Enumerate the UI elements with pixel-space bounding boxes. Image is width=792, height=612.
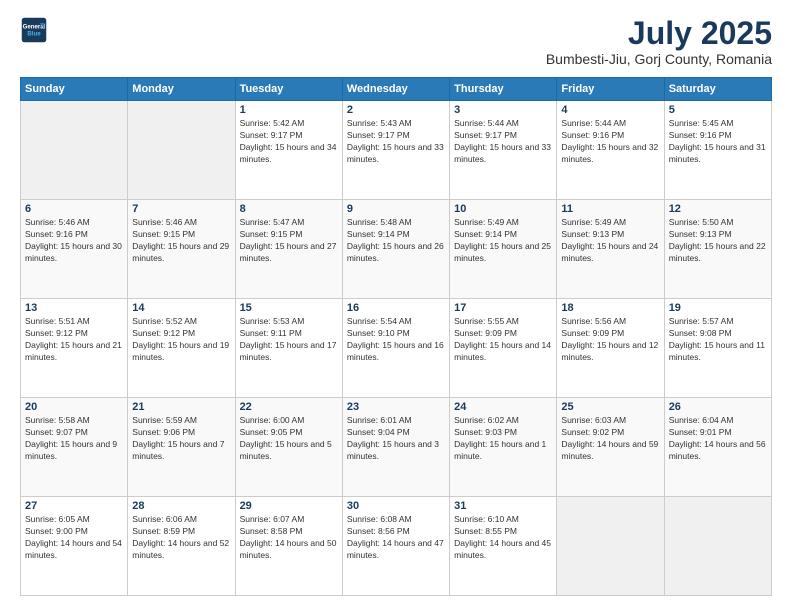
- table-row: 26Sunrise: 6:04 AMSunset: 9:01 PMDayligh…: [664, 398, 771, 497]
- table-row: 10Sunrise: 5:49 AMSunset: 9:14 PMDayligh…: [450, 200, 557, 299]
- table-row: 5Sunrise: 5:45 AMSunset: 9:16 PMDaylight…: [664, 101, 771, 200]
- table-row: 3Sunrise: 5:44 AMSunset: 9:17 PMDaylight…: [450, 101, 557, 200]
- title-area: July 2025 Bumbesti-Jiu, Gorj County, Rom…: [546, 16, 772, 67]
- table-row: 11Sunrise: 5:49 AMSunset: 9:13 PMDayligh…: [557, 200, 664, 299]
- table-row: 29Sunrise: 6:07 AMSunset: 8:58 PMDayligh…: [235, 497, 342, 596]
- table-row: 16Sunrise: 5:54 AMSunset: 9:10 PMDayligh…: [342, 299, 449, 398]
- table-row: 21Sunrise: 5:59 AMSunset: 9:06 PMDayligh…: [128, 398, 235, 497]
- location-title: Bumbesti-Jiu, Gorj County, Romania: [546, 51, 772, 67]
- table-row: [557, 497, 664, 596]
- table-row: 2Sunrise: 5:43 AMSunset: 9:17 PMDaylight…: [342, 101, 449, 200]
- table-row: 23Sunrise: 6:01 AMSunset: 9:04 PMDayligh…: [342, 398, 449, 497]
- svg-text:Blue: Blue: [27, 30, 41, 37]
- table-row: 15Sunrise: 5:53 AMSunset: 9:11 PMDayligh…: [235, 299, 342, 398]
- table-row: 18Sunrise: 5:56 AMSunset: 9:09 PMDayligh…: [557, 299, 664, 398]
- table-row: [664, 497, 771, 596]
- table-row: 9Sunrise: 5:48 AMSunset: 9:14 PMDaylight…: [342, 200, 449, 299]
- table-row: 17Sunrise: 5:55 AMSunset: 9:09 PMDayligh…: [450, 299, 557, 398]
- table-row: 27Sunrise: 6:05 AMSunset: 9:00 PMDayligh…: [21, 497, 128, 596]
- calendar-header-row: Sunday Monday Tuesday Wednesday Thursday…: [21, 78, 772, 101]
- table-row: 24Sunrise: 6:02 AMSunset: 9:03 PMDayligh…: [450, 398, 557, 497]
- table-row: 1Sunrise: 5:42 AMSunset: 9:17 PMDaylight…: [235, 101, 342, 200]
- table-row: 20Sunrise: 5:58 AMSunset: 9:07 PMDayligh…: [21, 398, 128, 497]
- logo: General Blue: [20, 16, 48, 44]
- table-row: 28Sunrise: 6:06 AMSunset: 8:59 PMDayligh…: [128, 497, 235, 596]
- header-saturday: Saturday: [664, 78, 771, 101]
- table-row: 13Sunrise: 5:51 AMSunset: 9:12 PMDayligh…: [21, 299, 128, 398]
- header-monday: Monday: [128, 78, 235, 101]
- table-row: 19Sunrise: 5:57 AMSunset: 9:08 PMDayligh…: [664, 299, 771, 398]
- logo-icon: General Blue: [20, 16, 48, 44]
- table-row: 7Sunrise: 5:46 AMSunset: 9:15 PMDaylight…: [128, 200, 235, 299]
- table-row: 8Sunrise: 5:47 AMSunset: 9:15 PMDaylight…: [235, 200, 342, 299]
- table-row: 12Sunrise: 5:50 AMSunset: 9:13 PMDayligh…: [664, 200, 771, 299]
- table-row: [21, 101, 128, 200]
- month-title: July 2025: [546, 16, 772, 51]
- calendar: Sunday Monday Tuesday Wednesday Thursday…: [20, 77, 772, 596]
- header-sunday: Sunday: [21, 78, 128, 101]
- table-row: 25Sunrise: 6:03 AMSunset: 9:02 PMDayligh…: [557, 398, 664, 497]
- page: General Blue July 2025 Bumbesti-Jiu, Gor…: [0, 0, 792, 612]
- header: General Blue July 2025 Bumbesti-Jiu, Gor…: [20, 16, 772, 67]
- table-row: 6Sunrise: 5:46 AMSunset: 9:16 PMDaylight…: [21, 200, 128, 299]
- header-tuesday: Tuesday: [235, 78, 342, 101]
- table-row: 31Sunrise: 6:10 AMSunset: 8:55 PMDayligh…: [450, 497, 557, 596]
- table-row: 30Sunrise: 6:08 AMSunset: 8:56 PMDayligh…: [342, 497, 449, 596]
- table-row: [128, 101, 235, 200]
- table-row: 14Sunrise: 5:52 AMSunset: 9:12 PMDayligh…: [128, 299, 235, 398]
- header-friday: Friday: [557, 78, 664, 101]
- table-row: 22Sunrise: 6:00 AMSunset: 9:05 PMDayligh…: [235, 398, 342, 497]
- header-wednesday: Wednesday: [342, 78, 449, 101]
- table-row: 4Sunrise: 5:44 AMSunset: 9:16 PMDaylight…: [557, 101, 664, 200]
- header-thursday: Thursday: [450, 78, 557, 101]
